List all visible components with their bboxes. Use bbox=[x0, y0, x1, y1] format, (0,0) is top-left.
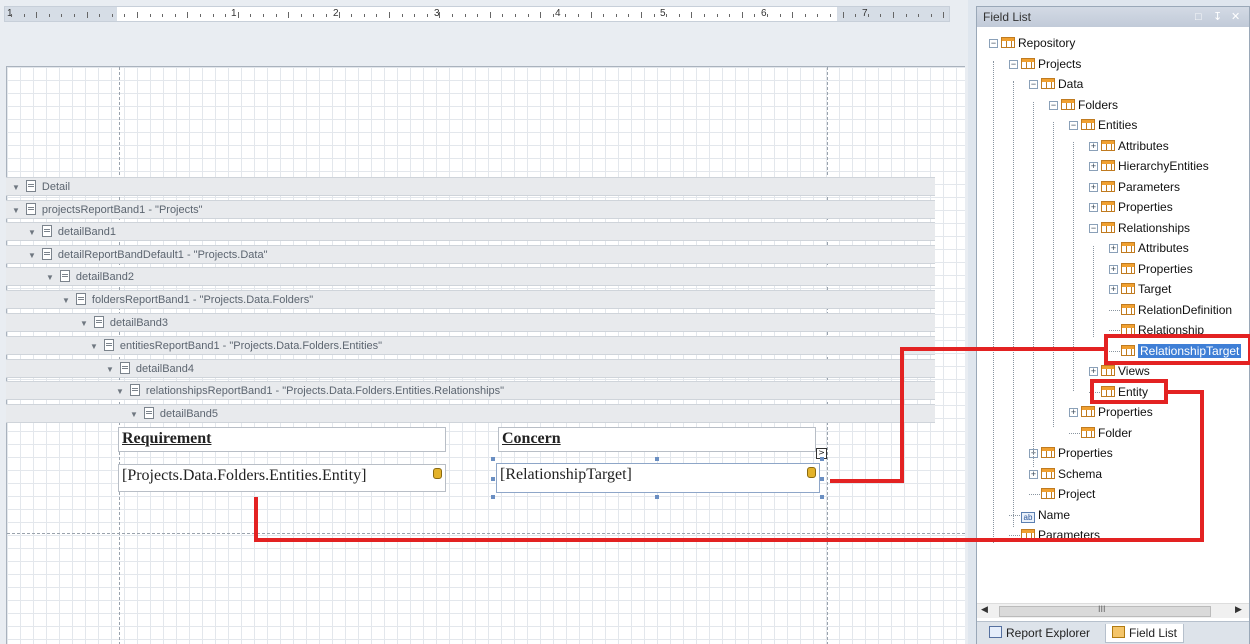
connector-line-relationshiptarget bbox=[830, 347, 1106, 483]
highlight-box-relationshiptarget bbox=[1104, 334, 1250, 365]
highlight-box-entity bbox=[1090, 379, 1168, 404]
connector-line-entity bbox=[254, 390, 1204, 542]
highlight-connectors bbox=[254, 334, 1250, 542]
